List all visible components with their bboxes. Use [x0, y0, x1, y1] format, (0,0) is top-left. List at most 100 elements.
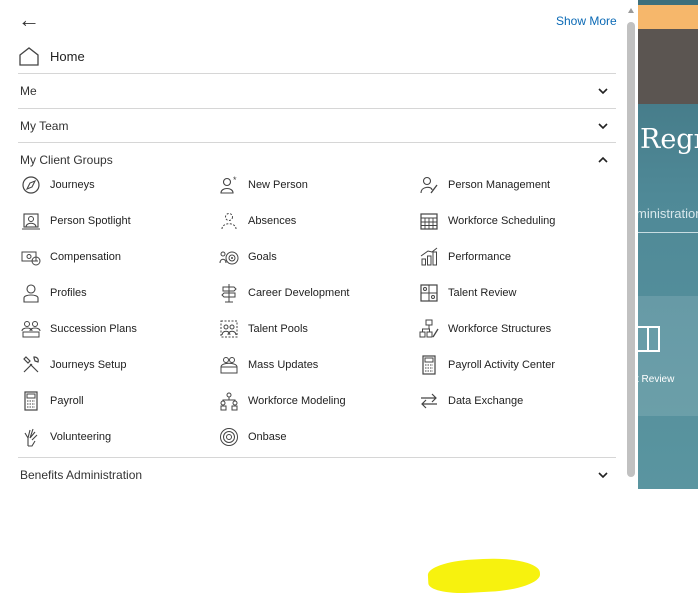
svg-text:*: *: [233, 175, 237, 185]
nav-item-data-exchange[interactable]: Data Exchange: [418, 389, 523, 413]
calculator-icon: [418, 354, 440, 376]
nav-item-absences[interactable]: Absences: [218, 209, 296, 233]
modeling-icon: [218, 390, 240, 412]
exchange-arrows-icon: [418, 390, 440, 412]
nav-item-new-person[interactable]: * New Person: [218, 173, 308, 197]
nav-item-label: Workforce Scheduling: [448, 215, 556, 227]
mass-updates-icon: [218, 354, 240, 376]
compensation-icon: [20, 246, 42, 268]
nav-item-mass-updates[interactable]: Mass Updates: [218, 353, 318, 377]
profile-icon: [20, 282, 42, 304]
background-subtitle: ministration: [638, 206, 698, 221]
navigator-panel: ← Show More Home Me My Team My Client Gr…: [0, 0, 624, 595]
client-groups-grid: Journeys * New Person Person Management …: [18, 172, 616, 595]
nav-item-label: Workforce Modeling: [248, 395, 346, 407]
structures-icon: [418, 318, 440, 340]
nav-item-label: Career Development: [248, 287, 350, 299]
person-management-icon: [418, 174, 440, 196]
nav-item-person-spotlight[interactable]: Person Spotlight: [20, 209, 131, 233]
nav-item-journeys-setup[interactable]: Journeys Setup: [20, 353, 126, 377]
nav-item-payroll[interactable]: Payroll: [20, 389, 84, 413]
nav-item-volunteering[interactable]: Volunteering: [20, 425, 111, 449]
chevron-down-icon: [598, 88, 608, 95]
highlight-mark: [427, 556, 541, 595]
nav-item-label: Payroll Activity Center: [448, 359, 555, 371]
onbase-icon: [218, 426, 240, 448]
payroll-calculator-icon: [20, 390, 42, 412]
nav-item-workforce-scheduling[interactable]: Workforce Scheduling: [418, 209, 555, 233]
nav-item-profiles[interactable]: Profiles: [20, 281, 87, 305]
nav-item-payroll-activity-center[interactable]: Payroll Activity Center: [418, 353, 555, 377]
nav-item-label: Goals: [248, 251, 277, 263]
section-benefits-administration[interactable]: Benefits Administration: [18, 457, 616, 492]
nav-item-talent-pools[interactable]: Talent Pools: [218, 317, 308, 341]
nav-item-workforce-structures[interactable]: Workforce Structures: [418, 317, 551, 341]
talent-review-icon: [638, 326, 660, 352]
home-label: Home: [50, 48, 85, 64]
nav-item-onbase[interactable]: Onbase: [218, 425, 287, 449]
nav-item-performance[interactable]: Performance: [418, 245, 511, 269]
nav-item-label: Person Spotlight: [50, 215, 131, 227]
section-benefits-administration-label: Benefits Administration: [20, 468, 143, 482]
nav-item-label: Profiles: [50, 287, 87, 299]
nav-item-career-development[interactable]: Career Development: [218, 281, 350, 305]
performance-icon: [418, 246, 440, 268]
section-my-team-label: My Team: [20, 119, 69, 133]
nav-item-compensation[interactable]: Compensation: [20, 245, 121, 269]
nav-item-label: Talent Review: [448, 287, 517, 299]
nav-item-journeys[interactable]: Journeys: [20, 173, 95, 197]
background-banner: [638, 5, 698, 29]
journeys-icon: [20, 174, 42, 196]
nav-item-label: Onbase: [248, 431, 287, 443]
absences-icon: [218, 210, 240, 232]
nav-item-label: New Person: [248, 179, 308, 191]
nav-item-label: Compensation: [50, 251, 121, 263]
tools-icon: [20, 354, 42, 376]
nav-item-label: Mass Updates: [248, 359, 319, 371]
scroll-up-arrow-icon[interactable]: [628, 8, 634, 13]
succession-icon: [20, 318, 42, 340]
nav-item-person-management[interactable]: Person Management: [418, 173, 550, 197]
nav-item-label: Data Exchange: [448, 395, 524, 407]
talent-review-icon: [418, 282, 440, 304]
section-me[interactable]: Me: [18, 73, 616, 108]
background-header: [638, 29, 698, 104]
nav-item-label: Person Management: [448, 179, 551, 191]
home-link[interactable]: Home: [18, 44, 85, 68]
nav-item-workforce-modeling[interactable]: Workforce Modeling: [218, 389, 346, 413]
chevron-down-icon: [598, 123, 608, 130]
background-tile-label: t Review: [638, 374, 675, 385]
chevron-down-icon: [598, 472, 608, 479]
signpost-icon: [218, 282, 240, 304]
section-my-team[interactable]: My Team: [18, 108, 616, 143]
home-icon: [19, 47, 39, 66]
new-person-icon: *: [218, 174, 240, 196]
background-tile: [638, 296, 698, 416]
scrollbar-thumb[interactable]: [627, 22, 635, 477]
background-title: Regn: [640, 124, 698, 155]
volunteering-icon: [20, 426, 42, 448]
nav-item-label: Absences: [248, 215, 297, 227]
person-spotlight-icon: [20, 210, 42, 232]
talent-pools-icon: [218, 318, 240, 340]
show-more-link[interactable]: Show More: [556, 14, 617, 28]
nav-item-label: Journeys Setup: [50, 359, 127, 371]
nav-item-goals[interactable]: Goals: [218, 245, 277, 269]
calendar-icon: [418, 210, 440, 232]
nav-item-label: Volunteering: [50, 431, 112, 443]
nav-item-label: Workforce Structures: [448, 323, 552, 335]
goals-icon: [218, 246, 240, 268]
nav-item-label: Talent Pools: [248, 323, 308, 335]
background-page: Regn ministration t Review: [638, 0, 698, 489]
section-my-client-groups-label: My Client Groups: [20, 153, 113, 167]
nav-item-label: Journeys: [50, 179, 95, 191]
nav-item-label: Performance: [448, 251, 511, 263]
nav-item-label: Payroll: [50, 395, 84, 407]
chevron-up-icon: [598, 156, 608, 163]
nav-item-talent-review[interactable]: Talent Review: [418, 281, 516, 305]
nav-item-succession-plans[interactable]: Succession Plans: [20, 317, 137, 341]
back-arrow-icon[interactable]: ←: [18, 9, 40, 31]
nav-item-label: Succession Plans: [50, 323, 137, 335]
section-me-label: Me: [20, 84, 37, 98]
background-divider: [638, 232, 698, 233]
